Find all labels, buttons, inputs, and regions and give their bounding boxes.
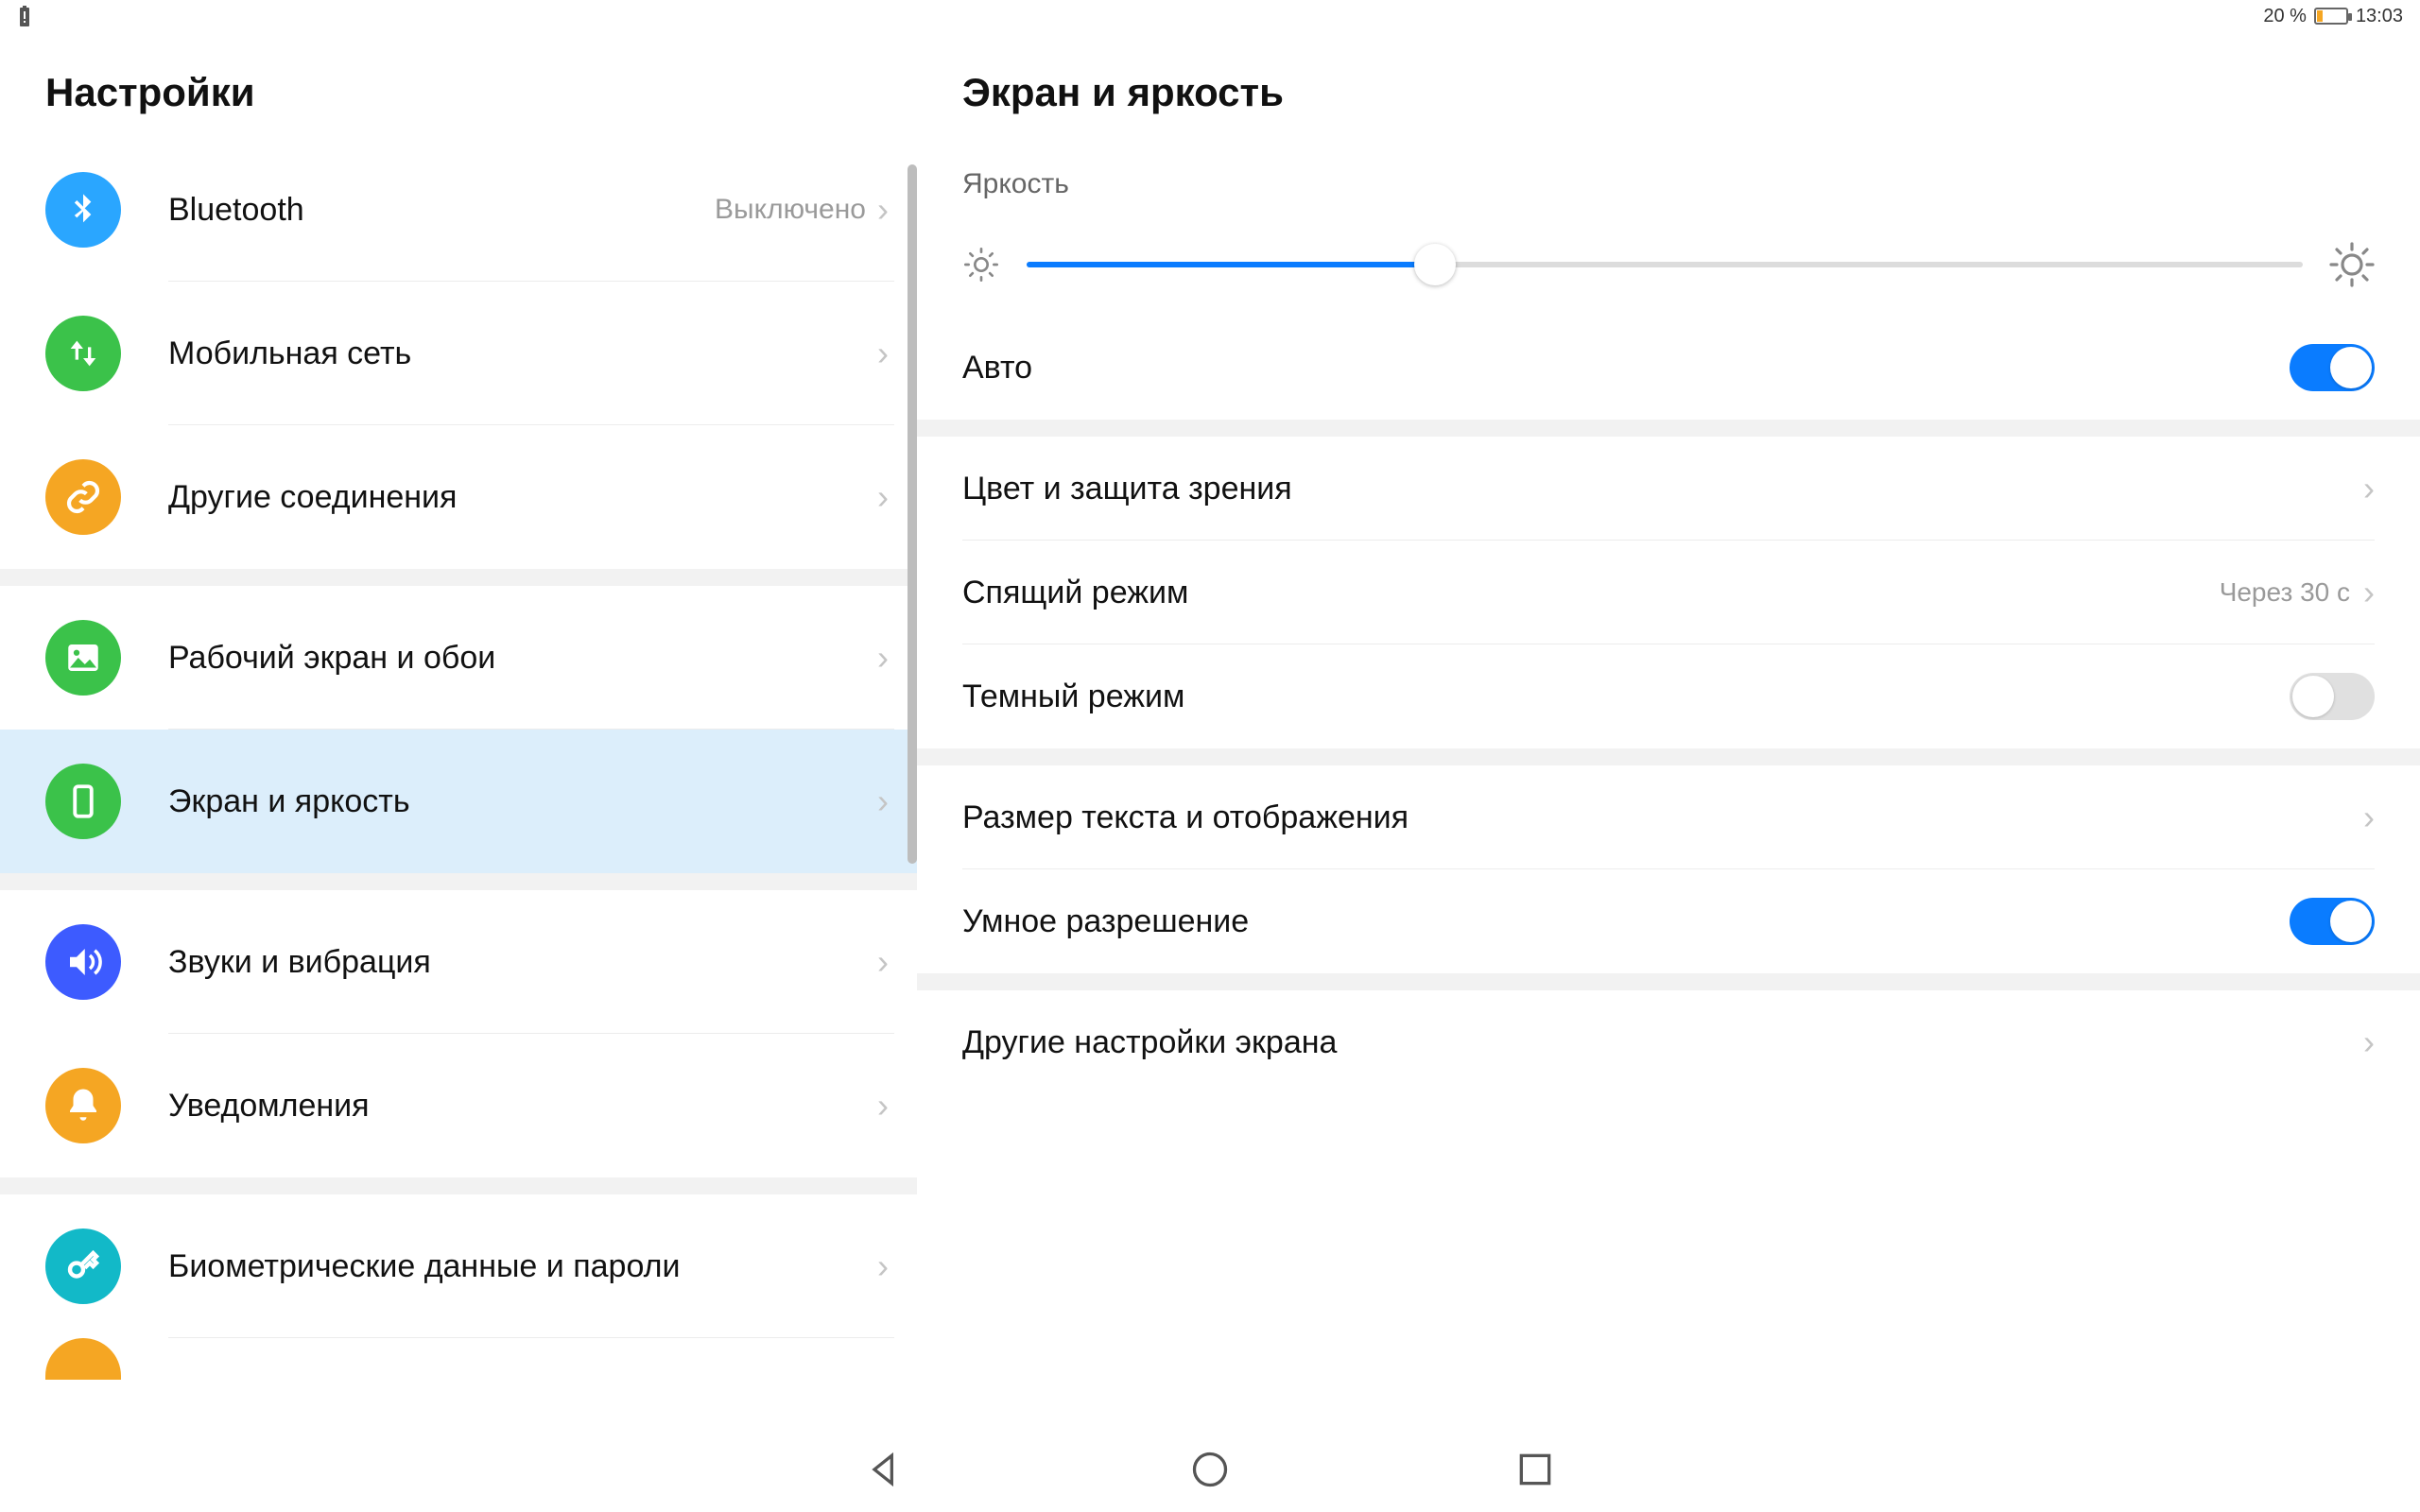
section-divider (917, 420, 2420, 437)
chevron-right-icon: › (877, 334, 889, 373)
sidebar-item-value: Выключено (715, 194, 866, 226)
chevron-right-icon: › (877, 1246, 889, 1286)
scrollbar[interactable] (908, 164, 917, 864)
auto-brightness-row: Авто (917, 316, 2420, 420)
sound-icon (45, 924, 121, 1000)
section-divider (917, 973, 2420, 990)
dark-mode-row: Темный режим (917, 644, 2420, 748)
section-divider (917, 748, 2420, 765)
dark-mode-toggle[interactable] (2290, 673, 2375, 720)
brightness-slider-row (917, 214, 2420, 316)
chevron-right-icon: › (877, 477, 889, 517)
row-label: Спящий режим (962, 575, 2220, 611)
chevron-right-icon: › (877, 190, 889, 230)
key-icon (45, 1228, 121, 1304)
sidebar-item-biometrics[interactable]: Биометрические данные и пароли › (0, 1194, 917, 1338)
sidebar-item-label: Биометрические данные и пароли (168, 1248, 877, 1285)
section-divider (0, 873, 917, 890)
sidebar-item-display-brightness[interactable]: Экран и яркость › (0, 730, 917, 873)
sidebar-item-label: Экран и яркость (168, 783, 877, 820)
other-display-settings-row[interactable]: Другие настройки экрана › (917, 990, 2420, 1094)
smart-resolution-row: Умное разрешение (917, 869, 2420, 973)
row-value: Через 30 с (2220, 577, 2350, 608)
row-label: Темный режим (962, 679, 2290, 715)
brightness-low-icon (962, 246, 1000, 284)
chevron-right-icon: › (2363, 573, 2375, 612)
brightness-high-icon (2329, 242, 2375, 287)
chevron-right-icon: › (2363, 469, 2375, 508)
detail-panel: Экран и яркость Яркость Авто Цвет и защи… (917, 32, 2420, 1427)
auto-brightness-label: Авто (962, 350, 2290, 387)
brightness-group-label: Яркость (917, 149, 2420, 214)
link-icon (45, 459, 121, 535)
sidebar-item-label: Мобильная сеть (168, 335, 877, 372)
status-bar: 20 % 13:03 (0, 0, 2420, 32)
battery-alert-icon (17, 5, 32, 27)
sleep-mode-row[interactable]: Спящий режим Через 30 с › (917, 541, 2420, 644)
row-label: Размер текста и отображения (962, 799, 2363, 836)
nav-back-icon[interactable] (864, 1449, 906, 1490)
slider-thumb[interactable] (1414, 244, 1456, 285)
settings-sidebar: Настройки Bluetooth Выключено › Мобильна… (0, 32, 917, 1427)
bluetooth-icon (45, 172, 121, 248)
chevron-right-icon: › (877, 1086, 889, 1125)
sidebar-item-partial[interactable] (0, 1338, 917, 1380)
auto-brightness-toggle[interactable] (2290, 344, 2375, 391)
sidebar-item-home-wallpaper[interactable]: Рабочий экран и обои › (0, 586, 917, 730)
sidebar-item-sounds[interactable]: Звуки и вибрация › (0, 890, 917, 1034)
navigation-bar (0, 1427, 2420, 1512)
section-divider (0, 1177, 917, 1194)
row-label: Цвет и защита зрения (962, 471, 2363, 507)
updown-icon (45, 316, 121, 391)
color-eye-protect-row[interactable]: Цвет и защита зрения › (917, 437, 2420, 541)
sidebar-item-label: Bluetooth (168, 192, 715, 229)
text-size-row[interactable]: Размер текста и отображения › (917, 765, 2420, 869)
sidebar-item-label: Рабочий экран и обои (168, 640, 877, 677)
row-label: Другие настройки экрана (962, 1024, 2363, 1061)
chevron-right-icon: › (2363, 1022, 2375, 1062)
image-icon (45, 620, 121, 696)
brightness-slider[interactable] (1027, 262, 2303, 267)
sidebar-title: Настройки (0, 32, 917, 138)
smart-resolution-toggle[interactable] (2290, 898, 2375, 945)
row-label: Умное разрешение (962, 903, 2290, 940)
section-divider (0, 569, 917, 586)
clock: 13:03 (2356, 6, 2403, 27)
sidebar-item-notifications[interactable]: Уведомления › (0, 1034, 917, 1177)
nav-home-icon[interactable] (1189, 1449, 1231, 1490)
battery-percent: 20 % (2263, 6, 2307, 27)
sidebar-item-other-connections[interactable]: Другие соединения › (0, 425, 917, 569)
sidebar-item-bluetooth[interactable]: Bluetooth Выключено › (0, 138, 917, 282)
sidebar-item-label: Звуки и вибрация (168, 944, 877, 981)
detail-title: Экран и яркость (917, 32, 2420, 149)
partial-icon (45, 1338, 121, 1380)
bell-icon (45, 1068, 121, 1143)
nav-recent-icon[interactable] (1514, 1449, 1556, 1490)
chevron-right-icon: › (877, 782, 889, 821)
sidebar-item-label: Другие соединения (168, 479, 877, 516)
phone-icon (45, 764, 121, 839)
chevron-right-icon: › (877, 638, 889, 678)
chevron-right-icon: › (2363, 798, 2375, 837)
sidebar-item-label: Уведомления (168, 1088, 877, 1125)
chevron-right-icon: › (877, 942, 889, 982)
sidebar-item-mobile-network[interactable]: Мобильная сеть › (0, 282, 917, 425)
battery-icon (2314, 8, 2348, 25)
